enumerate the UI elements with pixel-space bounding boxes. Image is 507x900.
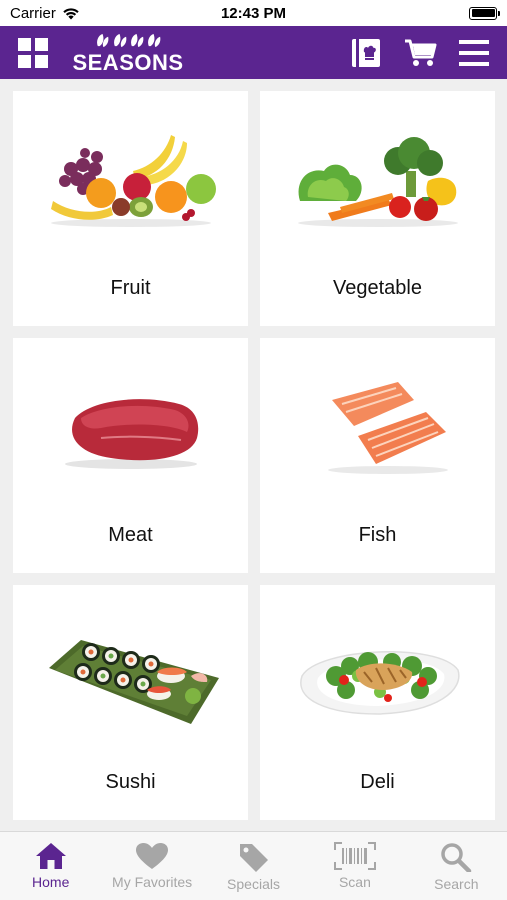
tab-label: My Favorites [112, 874, 193, 890]
category-label: Fish [358, 524, 397, 546]
vegetable-image [260, 121, 495, 241]
grid-menu-icon [18, 38, 48, 68]
tab-my-favorites[interactable]: My Favorites [101, 832, 202, 900]
category-label: Meat [108, 524, 153, 546]
hamburger-menu-icon [459, 40, 489, 66]
tab-scan[interactable]: Scan [304, 832, 405, 900]
category-card-fish[interactable]: Fish [260, 338, 495, 573]
category-card-vegetable[interactable]: Vegetable [260, 91, 495, 326]
sushi-image [13, 615, 248, 735]
app-header: SEASONS [0, 26, 507, 79]
tab-label: Home [32, 874, 70, 890]
category-card-sushi[interactable]: Sushi [13, 585, 248, 820]
tab-home[interactable]: Home [0, 832, 101, 900]
category-label: Deli [360, 771, 395, 793]
category-card-fruit[interactable]: Fruit [13, 91, 248, 326]
category-card-meat[interactable]: Meat [13, 338, 248, 573]
meat-image [13, 368, 248, 488]
tab-label: Scan [338, 874, 371, 890]
battery-icon [469, 6, 500, 20]
recipe-book-button[interactable] [350, 36, 382, 70]
brand-name: SEASONS [72, 50, 184, 75]
status-left: Carrier [10, 5, 80, 22]
tab-search[interactable]: Search [406, 832, 507, 900]
tab-bar: Home My Favorites Specials Scan Search [0, 831, 507, 900]
category-label: Sushi [105, 771, 156, 793]
brand-logo[interactable]: SEASONS [70, 30, 186, 76]
category-card-deli[interactable]: Deli [260, 585, 495, 820]
category-label: Fruit [110, 277, 151, 299]
fish-image [260, 368, 495, 488]
category-grid: Fruit Vegetable Meat Fish Sushi Deli [13, 91, 495, 820]
tab-specials[interactable]: Specials [203, 832, 304, 900]
grid-menu-button[interactable] [16, 36, 50, 70]
leaves-logo-icon [97, 33, 161, 48]
shopping-cart-button[interactable] [404, 36, 438, 70]
home-icon [35, 843, 66, 869]
tag-icon [239, 844, 268, 872]
deli-image [260, 615, 495, 735]
hamburger-menu-button[interactable] [457, 36, 491, 70]
category-label: Vegetable [333, 277, 422, 299]
status-bar: Carrier 12:43 PM [0, 0, 507, 26]
fruit-image [13, 121, 248, 241]
shopping-cart-icon [405, 39, 437, 66]
heart-icon [136, 843, 169, 869]
search-icon [441, 843, 472, 872]
battery-level [471, 9, 495, 17]
carrier-label: Carrier [10, 4, 56, 22]
tab-label: Specials [227, 876, 280, 892]
recipe-book-icon [352, 39, 380, 67]
wifi-icon [63, 7, 79, 19]
tab-label: Search [434, 876, 479, 892]
barcode-icon [333, 842, 376, 870]
